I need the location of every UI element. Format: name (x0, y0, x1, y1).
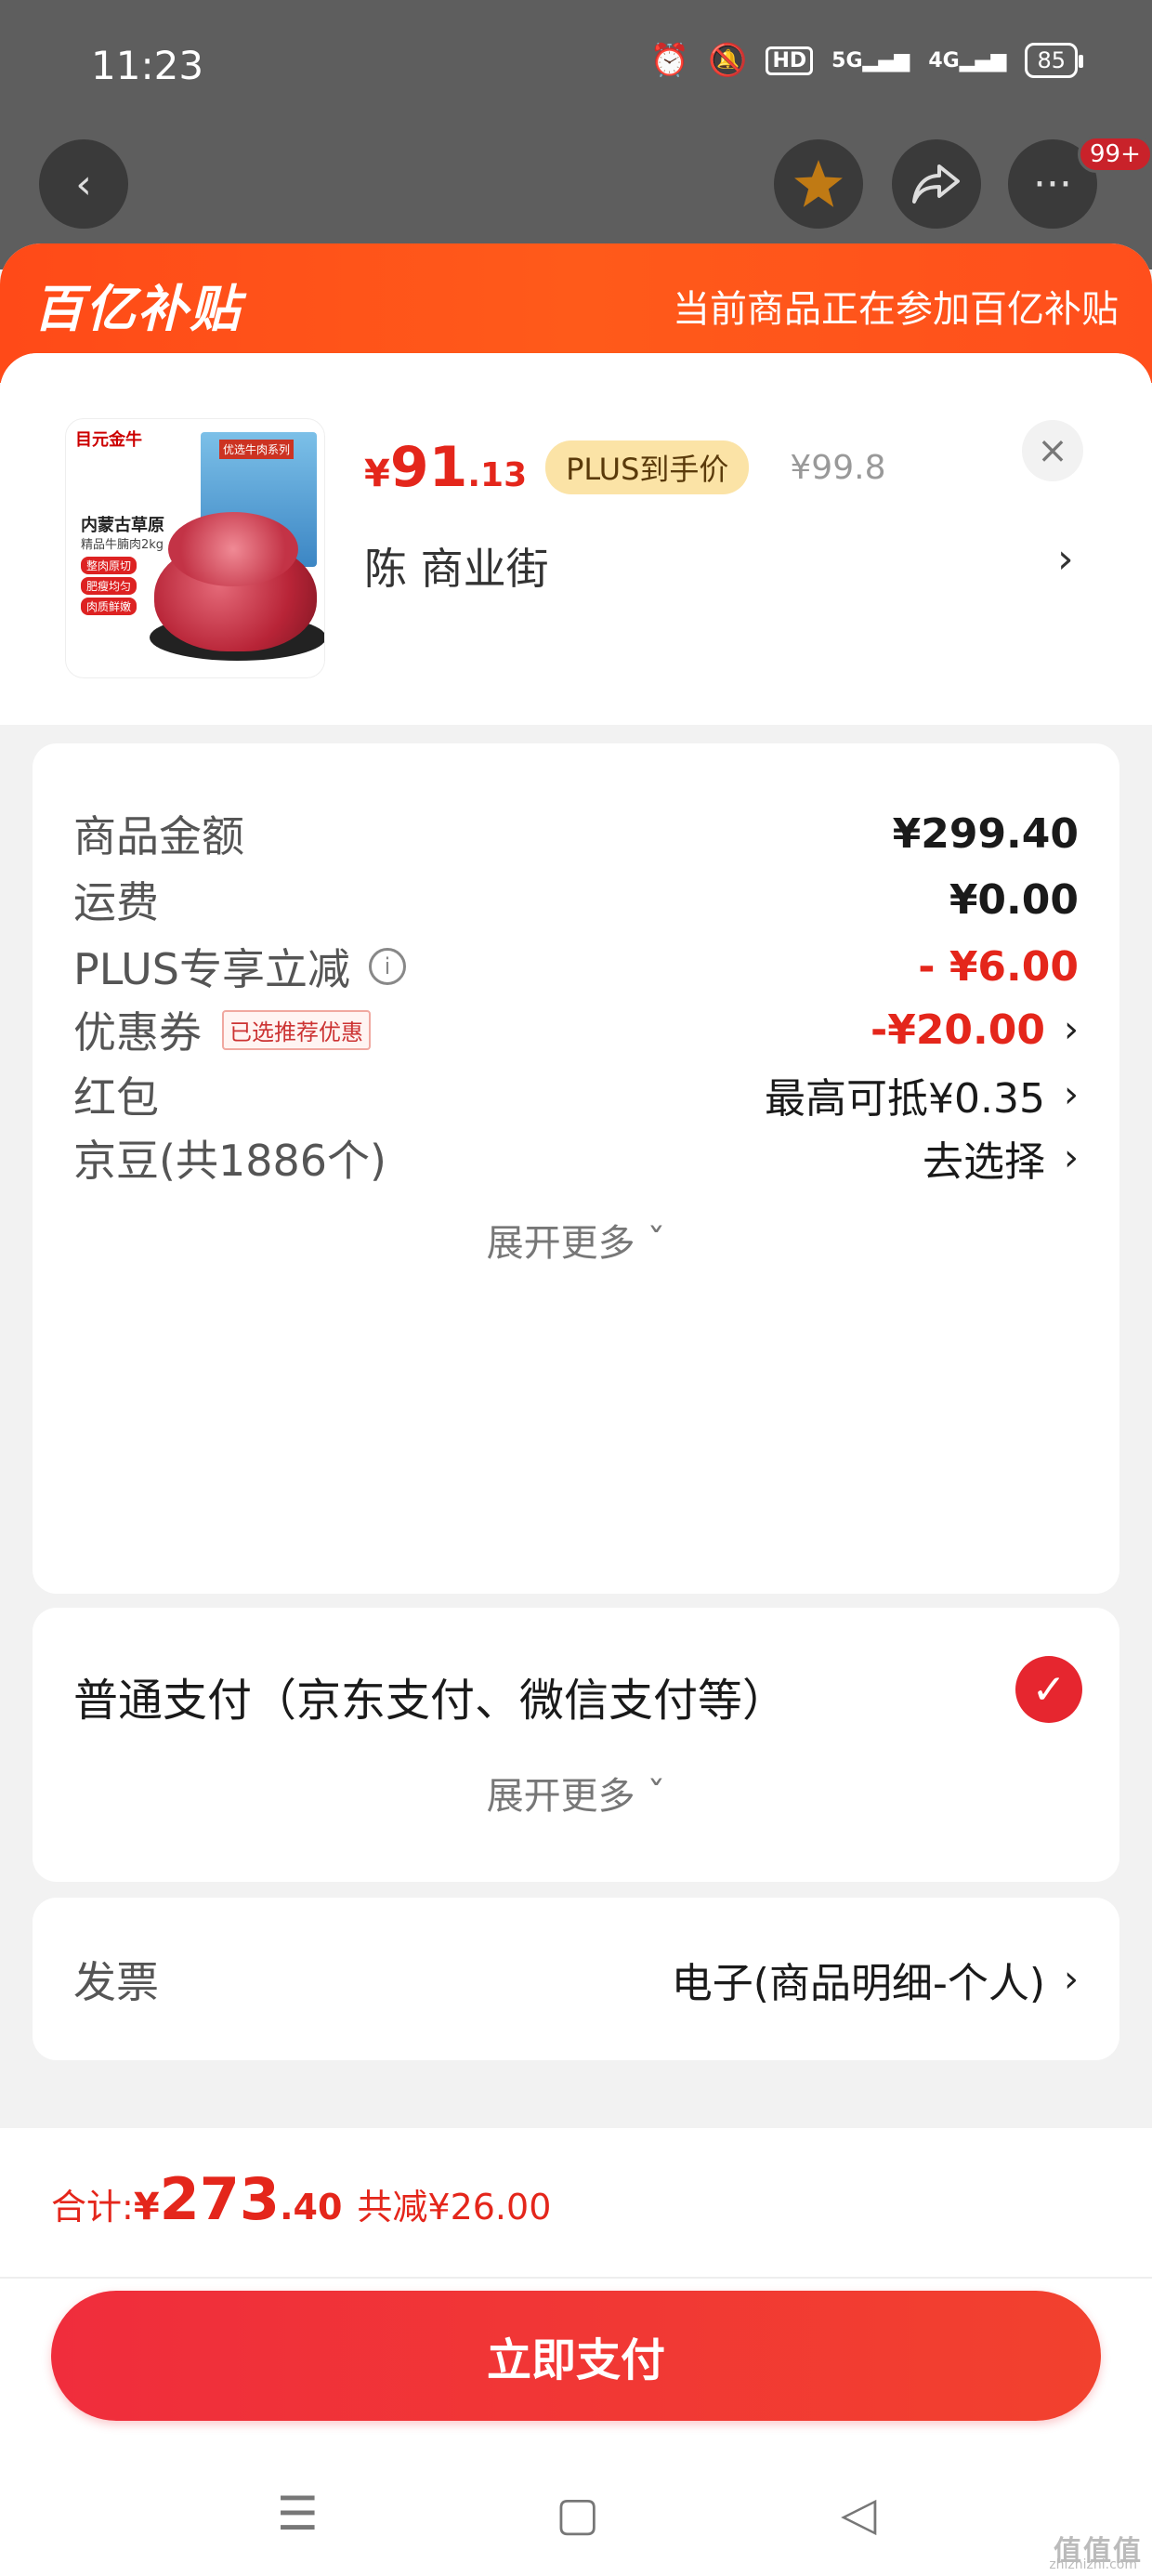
row-label: 京豆(共1886个) (73, 1136, 386, 1186)
row-label: 优惠券 已选推荐优惠 (73, 999, 371, 1060)
subsidy-logo: 百亿补贴 (33, 280, 242, 338)
ellipsis-icon: ··· (1033, 160, 1072, 208)
row-label: PLUS专享立减 i (73, 936, 406, 997)
chevron-down-icon: ˇ (635, 1775, 666, 1818)
payment-method-card: 普通支付（京东支付、微信支付等） ✓ 展开更多 ˇ (33, 1608, 1119, 1882)
row-value: 最高可抵¥0.35 › (765, 1073, 1079, 1123)
summary-row-subtotal: 商品金额 ¥299.40 (73, 796, 1079, 871)
total-decimal: .40 (280, 2187, 343, 2228)
hd-icon: HD (766, 46, 814, 75)
price-integer: 91 (389, 435, 468, 500)
chevron-right-icon: › (1064, 1008, 1079, 1051)
total-saved: 共减¥26.00 (357, 2187, 552, 2228)
expand-more-button[interactable]: 展开更多 ˇ (33, 1766, 1119, 1820)
summary-row-coupon[interactable]: 优惠券 已选推荐优惠 -¥20.00 › (73, 992, 1079, 1067)
chevron-left-icon: ‹ (75, 160, 92, 208)
invoice-card[interactable]: 发票 电子(商品明细-个人) › (33, 1898, 1119, 2060)
star-icon (794, 160, 843, 207)
row-label: 红包 (73, 1072, 159, 1123)
chevron-right-icon: › (1064, 1137, 1079, 1179)
chevron-right-icon[interactable]: › (1057, 535, 1074, 583)
share-icon (912, 164, 960, 204)
summary-row-jd-beans[interactable]: 京豆(共1886个) 去选择 › (73, 1121, 1079, 1195)
invoice-label: 发票 (73, 1957, 159, 2007)
product-thumb-subtitle: 精品牛腩肉2kg (81, 538, 164, 552)
close-icon: × (1037, 429, 1068, 472)
info-icon[interactable]: i (368, 948, 406, 985)
row-value: 去选择 › (923, 1137, 1079, 1186)
signal-5g-icon: 5G▂▄▆ (831, 48, 910, 72)
product-brand: 目元金牛 (75, 430, 142, 450)
price-currency: ¥ (364, 453, 390, 495)
row-label: 运费 (73, 877, 159, 927)
product-image[interactable]: 目元金牛 优选牛肉系列 内蒙古草原 精品牛腩肉2kg 整肉原切 肥瘦均匀 肉质鲜… (65, 418, 325, 678)
total-integer: 273 (159, 2165, 281, 2233)
chevron-right-icon: › (1064, 1958, 1079, 2001)
chevron-right-icon: › (1064, 1073, 1079, 1116)
row-label: 商品金额 (73, 811, 244, 861)
status-bar: 11:23 ⏰ 🔕 HD 5G▂▄▆ 4G▂▄▆ 85 (0, 0, 1152, 139)
order-total: 合计: ¥ 273 .40 共减¥26.00 (51, 2165, 551, 2233)
price-row: ¥ 91 .13 PLUS到手价 ¥99.8 (364, 435, 885, 500)
divider (0, 2277, 1152, 2279)
total-label: 合计: (51, 2187, 134, 2228)
notification-badge: 99+ (1078, 136, 1152, 173)
product-summary: 目元金牛 优选牛肉系列 内蒙古草原 精品牛腩肉2kg 整肉原切 肥瘦均匀 肉质鲜… (0, 353, 1152, 725)
product-thumb-title: 内蒙古草原 (81, 516, 164, 535)
close-button[interactable]: × (1022, 420, 1083, 481)
row-value: -¥20.00 › (870, 1005, 1079, 1054)
summary-row-shipping: 运费 ¥0.00 (73, 862, 1079, 937)
signal-4g-icon: 4G▂▄▆ (928, 48, 1007, 72)
status-time: 11:23 (91, 43, 204, 88)
checkout-footer: 合计: ¥ 273 .40 共减¥26.00 立即支付 ☰ ▢ ◁ (0, 2128, 1152, 2576)
product-thumb-tag: 整肉原切 (81, 557, 137, 574)
watermark-url: zhizhizhi.com (1049, 2557, 1137, 2572)
payment-option-label[interactable]: 普通支付（京东支付、微信支付等） (73, 1663, 787, 1728)
battery-icon: 85 (1025, 43, 1083, 78)
row-value: - ¥6.00 (918, 942, 1079, 991)
back-triangle-icon[interactable]: ◁ (841, 2487, 876, 2541)
back-button[interactable]: ‹ (39, 139, 128, 229)
chevron-down-icon: ˇ (635, 1222, 666, 1265)
invoice-row[interactable]: 发票 电子(商品明细-个人) › (73, 1942, 1079, 2017)
original-price: ¥99.8 (790, 448, 886, 487)
home-icon[interactable]: ▢ (556, 2487, 599, 2541)
row-value: ¥0.00 (949, 875, 1079, 924)
system-nav-bar: ☰ ▢ ◁ (0, 2463, 1152, 2576)
subsidy-text: 当前商品正在参加百亿补贴 (673, 288, 1119, 331)
menu-icon[interactable]: ☰ (277, 2487, 319, 2541)
expand-more-button[interactable]: 展开更多 ˇ (33, 1213, 1119, 1267)
total-currency: ¥ (133, 2186, 160, 2228)
order-summary-card: 商品金额 ¥299.40 运费 ¥0.00 PLUS专享立减 i - ¥6.00 (33, 743, 1119, 1594)
invoice-value: 电子(商品明细-个人) › (671, 1958, 1079, 2007)
alarm-icon: ⏰ (649, 42, 690, 79)
favorite-button[interactable] (774, 139, 863, 229)
meat-graphic (168, 512, 298, 586)
checkout-page: 11:23 ⏰ 🔕 HD 5G▂▄▆ 4G▂▄▆ 85 ‹ ··· 99+ 百亿… (0, 0, 1152, 2576)
pay-now-button[interactable]: 立即支付 (51, 2291, 1101, 2421)
price-decimal: .13 (467, 456, 528, 494)
product-thumb-tag: 肉质鲜嫩 (81, 598, 137, 615)
delivery-address[interactable]: 陈 商业街 (364, 535, 549, 597)
plus-price-tag: PLUS到手价 (545, 440, 750, 494)
share-button[interactable] (892, 139, 981, 229)
check-icon[interactable]: ✓ (1015, 1656, 1082, 1723)
coupon-selected-tag: 已选推荐优惠 (222, 1009, 371, 1050)
status-icons: ⏰ 🔕 HD 5G▂▄▆ 4G▂▄▆ 85 (649, 42, 1083, 79)
mute-icon: 🔕 (708, 42, 748, 79)
product-thumb-tag: 肥瘦均匀 (81, 577, 137, 595)
row-value: ¥299.40 (892, 809, 1079, 858)
